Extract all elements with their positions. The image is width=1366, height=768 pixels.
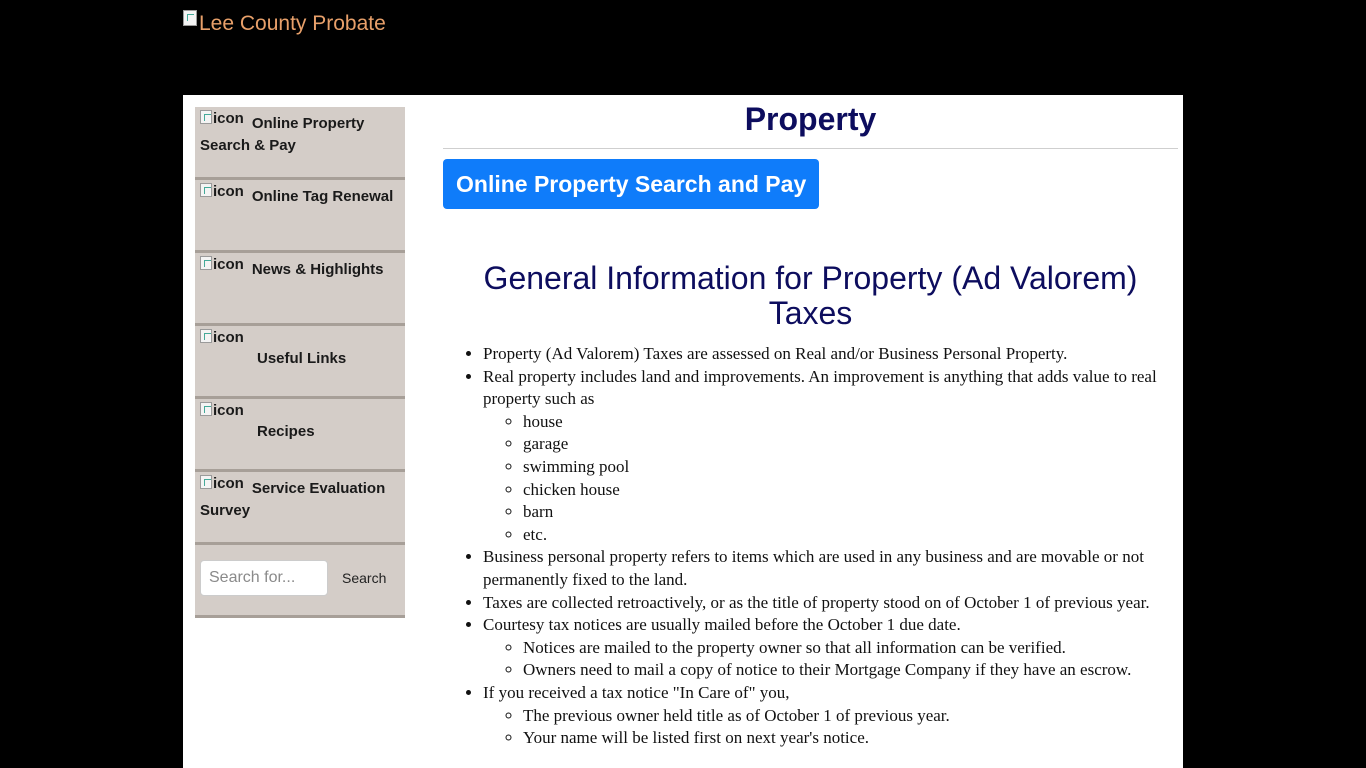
main-content: Property Online Property Search and Pay … [443, 95, 1178, 750]
list-item: Real property includes land and improvem… [483, 366, 1178, 547]
sub-list-item: house [523, 411, 1178, 434]
sub-list-item: chicken house [523, 479, 1178, 502]
sub-list: Notices are mailed to the property owner… [483, 637, 1178, 682]
sub-list-item: Your name will be listed first on next y… [523, 727, 1178, 750]
sub-list-item: etc. [523, 524, 1178, 547]
menu-item-icon: icon [200, 181, 244, 203]
site-header: Lee County Probate [0, 0, 1366, 95]
list-item: Courtesy tax notices are usually mailed … [483, 614, 1178, 682]
broken-image-icon [183, 10, 197, 26]
sidebar-item-label: Useful Links [257, 350, 347, 367]
sidebar-item-online-property-search[interactable]: icon Online Property Search & Pay [195, 107, 405, 180]
online-property-search-button[interactable]: Online Property Search and Pay [443, 159, 820, 209]
sub-list-item: barn [523, 501, 1178, 524]
sub-list-item: Notices are mailed to the property owner… [523, 637, 1178, 660]
sidebar-item-label: Online Tag Renewal [251, 188, 394, 205]
tax-info-list: Property (Ad Valorem) Taxes are assessed… [443, 343, 1178, 750]
menu-item-icon: icon [200, 327, 244, 349]
sub-list-item: swimming pool [523, 456, 1178, 479]
list-item: If you received a tax notice "In Care of… [483, 682, 1178, 750]
menu-item-icon: icon [200, 108, 244, 130]
sub-list: The previous owner held title as of Octo… [483, 705, 1178, 750]
list-item: Business personal property refers to ite… [483, 546, 1178, 591]
sidebar-item-news-highlights[interactable]: icon News & Highlights [195, 253, 405, 326]
search-input[interactable] [200, 560, 328, 596]
sub-list: house garage swimming pool chicken house… [483, 411, 1178, 547]
logo-alt-text: Lee County Probate [199, 12, 386, 35]
sidebar-item-service-evaluation-survey[interactable]: icon Service Evaluation Survey [195, 472, 405, 545]
sidebar-search: Search [195, 545, 405, 618]
search-button[interactable]: Search [336, 560, 392, 596]
sidebar-item-useful-links[interactable]: icon Useful Links [195, 326, 405, 399]
site-logo-link[interactable]: Lee County Probate [183, 10, 386, 36]
list-item: Property (Ad Valorem) Taxes are assessed… [483, 343, 1178, 366]
menu-item-icon: icon [200, 254, 244, 276]
sidebar-item-recipes[interactable]: icon Recipes [195, 399, 405, 472]
page-title: Property [443, 101, 1178, 149]
content-panel: icon Online Property Search & Pay icon Onl… [183, 95, 1183, 768]
section-title: General Information for Property (Ad Val… [483, 260, 1138, 331]
list-item: Taxes are collected retroactively, or as… [483, 592, 1178, 615]
sidebar-item-label: News & Highlights [251, 261, 384, 278]
menu-item-icon: icon [200, 400, 244, 422]
sidebar-item-online-tag-renewal[interactable]: icon Online Tag Renewal [195, 180, 405, 253]
sub-list-item: Owners need to mail a copy of notice to … [523, 659, 1178, 682]
sub-list-item: The previous owner held title as of Octo… [523, 705, 1178, 728]
sidebar-item-label: Recipes [257, 423, 315, 440]
sub-list-item: garage [523, 433, 1178, 456]
menu-item-icon: icon [200, 473, 244, 495]
sidebar: icon Online Property Search & Pay icon Onl… [195, 107, 405, 618]
